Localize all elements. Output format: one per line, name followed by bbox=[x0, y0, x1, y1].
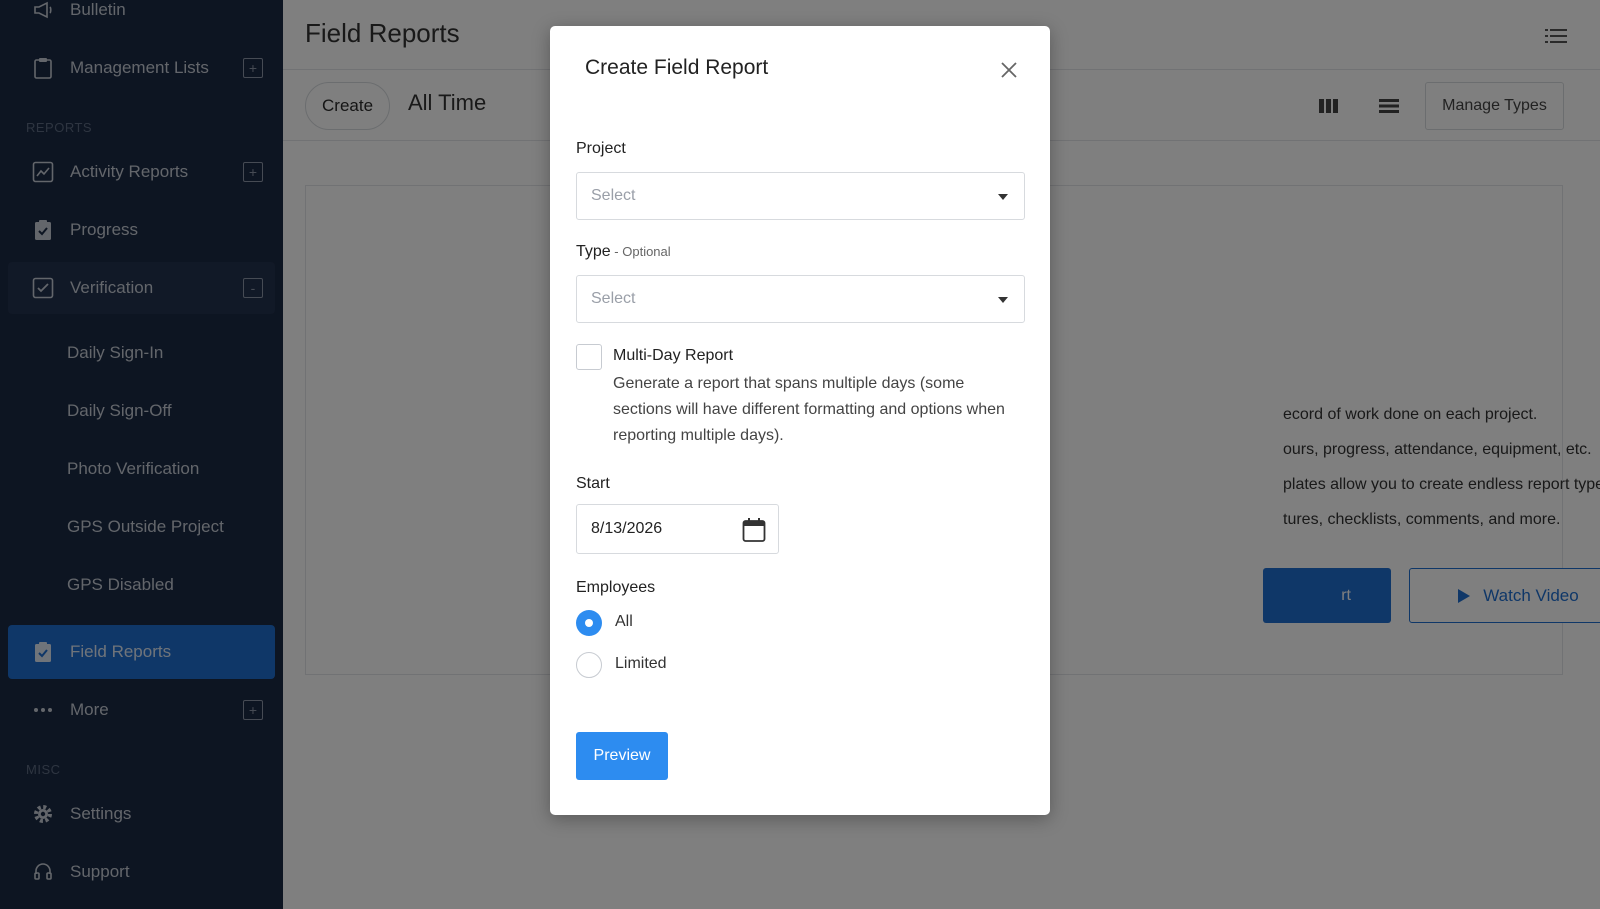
chevron-down-icon bbox=[998, 194, 1008, 200]
create-field-report-modal: Create Field Report Project Select Type … bbox=[550, 26, 1050, 815]
multi-day-checkbox[interactable] bbox=[576, 344, 602, 370]
type-select-placeholder: Select bbox=[591, 290, 636, 307]
employees-label: Employees bbox=[576, 579, 656, 596]
start-date-input[interactable]: 8/13/2026 bbox=[576, 504, 779, 554]
start-date-value: 8/13/2026 bbox=[591, 520, 663, 537]
project-select-placeholder: Select bbox=[591, 187, 636, 204]
start-label: Start bbox=[576, 475, 610, 492]
multi-day-description: Generate a report that spans multiple da… bbox=[613, 375, 1005, 444]
project-label: Project bbox=[576, 140, 626, 157]
chevron-down-icon bbox=[998, 297, 1008, 303]
project-select[interactable]: Select bbox=[576, 172, 1025, 220]
calendar-icon[interactable] bbox=[742, 517, 766, 543]
type-select[interactable]: Select bbox=[576, 275, 1025, 323]
employees-all-label: All bbox=[615, 613, 633, 630]
close-icon[interactable] bbox=[999, 60, 1019, 80]
employees-limited-radio[interactable] bbox=[576, 652, 602, 678]
modal-title: Create Field Report bbox=[585, 56, 769, 79]
employees-all-radio[interactable] bbox=[576, 610, 602, 636]
type-label: Type - Optional bbox=[576, 243, 671, 261]
multi-day-title: Multi-Day Report bbox=[613, 347, 734, 364]
employees-limited-label: Limited bbox=[615, 655, 667, 672]
optional-hint: - Optional bbox=[610, 244, 671, 259]
preview-button[interactable]: Preview bbox=[576, 732, 668, 780]
type-label-text: Type bbox=[576, 243, 611, 260]
